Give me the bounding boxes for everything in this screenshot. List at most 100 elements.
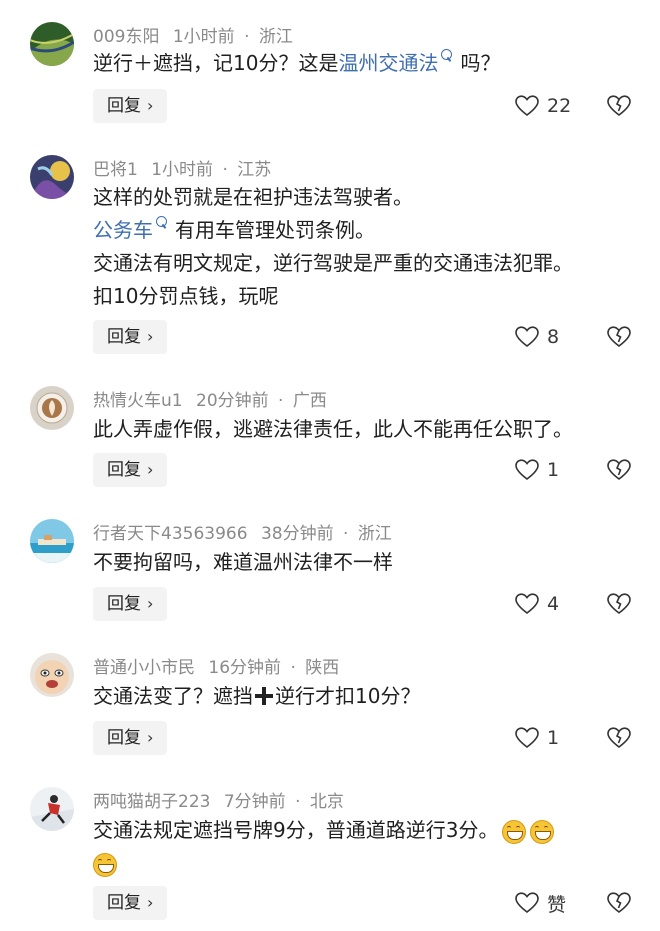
search-icon[interactable] [156,216,167,227]
heart-outline-icon [515,727,539,749]
comment-text: 交通法变了？遮挡 逆行才扣10分？ [93,680,633,713]
avatar[interactable] [30,519,74,563]
region: 陕西 [305,658,340,678]
username[interactable]: 两吨猫胡子223 [93,792,210,812]
broken-heart-icon [607,326,631,348]
region: 浙江 [258,27,293,47]
avatar[interactable] [30,653,74,697]
broken-heart-icon [607,593,631,615]
avatar[interactable] [30,386,74,430]
username[interactable]: 行者天下43563966 [93,524,248,544]
heart-outline-icon [515,892,539,914]
reply-button[interactable]: 回复 › [93,89,168,123]
text-line: 这样的处罚就是在袒护违法驾驶者。 [93,185,413,209]
dislike-button[interactable] [607,453,631,487]
meta-separator: · [278,391,284,411]
username[interactable]: 热情火车u1 [93,391,183,411]
chevron-right-icon: › [147,728,154,747]
like-button[interactable]: 4 [515,587,559,621]
username[interactable]: 普通小小市民 [93,658,195,678]
search-icon[interactable] [441,49,453,60]
dislike-button[interactable] [607,721,631,755]
like-button[interactable]: 赞 [515,886,566,920]
chevron-right-icon: › [147,594,154,613]
meta-separator: · [244,27,250,47]
timestamp: 7分钟前 [223,792,286,812]
reply-label: 回复 [107,893,141,913]
meta-separator: · [290,658,296,678]
region: 广西 [292,391,327,411]
reply-button[interactable]: 回复 › [93,587,168,621]
comment-text: 交通法规定遮挡号牌9分，普通道路逆行3分。 [93,814,633,880]
dislike-button[interactable] [607,320,631,354]
region: 浙江 [357,524,392,544]
reply-label: 回复 [107,327,141,347]
heart-outline-icon [515,95,539,117]
meta-separator: · [342,524,349,544]
broken-heart-icon [607,727,631,749]
text-line: 交通法有明文规定，逆行驾驶是严重的交通违法犯罪。 [93,251,573,275]
grinning-face-emoji [93,852,117,877]
reply-label: 回复 [107,728,141,748]
timestamp: 1小时前 [151,160,214,180]
meta-separator: · [295,792,301,812]
comment-text: 此人弄虚作假，逃避法律责任，此人不能再任公职了。 [93,413,633,446]
comment-text: 不要拘留吗，难道温州法律不一样 [93,546,633,579]
reply-button[interactable]: 回复 › [93,320,168,354]
text-line: 此人弄虚作假，逃避法律责任，此人不能再任公职了。 [93,417,573,441]
timestamp: 38分钟前 [260,524,334,544]
grinning-face-emoji [530,819,555,844]
reply-button[interactable]: 回复 › [93,886,168,920]
avatar[interactable] [30,155,74,199]
comment-meta: 普通小小市民 16分钟前 · 陕西 [93,653,339,678]
heart-outline-icon [515,593,539,615]
region: 北京 [309,792,344,812]
timestamp: 1小时前 [172,27,235,47]
comment-meta: 巴将1 1小时前 · 江苏 [93,155,271,180]
comment-text: 这样的处罚就是在袒护违法驾驶者。 公务车 有用车管理处罚条例。 交通法有明文规定，… [93,181,633,313]
like-button[interactable]: 8 [515,320,559,354]
broken-heart-icon [607,459,631,481]
reply-label: 回复 [107,460,141,480]
comment-meta: 两吨猫胡子223 7分钟前 · 北京 [93,787,344,812]
username[interactable]: 巴将1 [93,160,138,180]
text-segment: 吗？ [460,51,501,75]
text-segment: 逆行＋遮挡，记10分？这是 [93,51,339,75]
like-count: 4 [547,593,560,615]
reply-button[interactable]: 回复 › [93,721,168,755]
like-button[interactable]: 1 [515,453,559,487]
like-button[interactable]: 22 [515,89,571,123]
timestamp: 16分钟前 [208,658,282,678]
avatar[interactable] [30,787,74,831]
chevron-right-icon: › [147,460,154,479]
chevron-right-icon: › [147,327,154,346]
comment-meta: 热情火车u1 20分钟前 · 广西 [93,386,327,411]
region: 江苏 [237,160,272,180]
meta-separator: · [222,160,228,180]
broken-heart-icon [607,892,631,914]
reply-button[interactable]: 回复 › [93,453,168,487]
heavy-plus-icon [255,687,273,705]
timestamp: 20分钟前 [196,391,269,411]
text-segment: 逆行才扣10分？ [275,684,421,708]
reply-label: 回复 [107,594,141,614]
text-segment: 交通法变了？遮挡 [93,684,253,708]
like-label: 赞 [547,893,567,916]
dislike-button[interactable] [607,587,631,621]
like-count: 1 [547,459,560,481]
dislike-button[interactable] [607,89,631,123]
search-link[interactable]: 温州交通法 [338,51,438,75]
like-count: 8 [547,326,560,348]
dislike-button[interactable] [607,886,631,920]
search-link[interactable]: 公务车 [93,218,153,242]
chevron-right-icon: › [147,893,154,912]
username[interactable]: 009东阳 [93,27,159,47]
text-line: 扣10分罚点钱，玩呢 [93,284,279,308]
avatar[interactable] [30,22,74,66]
text-segment: 交通法规定遮挡号牌9分，普通道路逆行3分。 [93,818,499,842]
like-count: 22 [547,95,572,117]
chevron-right-icon: › [147,96,154,115]
text-line: 不要拘留吗，难道温州法律不一样 [93,550,393,574]
like-button[interactable]: 1 [515,721,559,755]
heart-outline-icon [515,326,539,348]
